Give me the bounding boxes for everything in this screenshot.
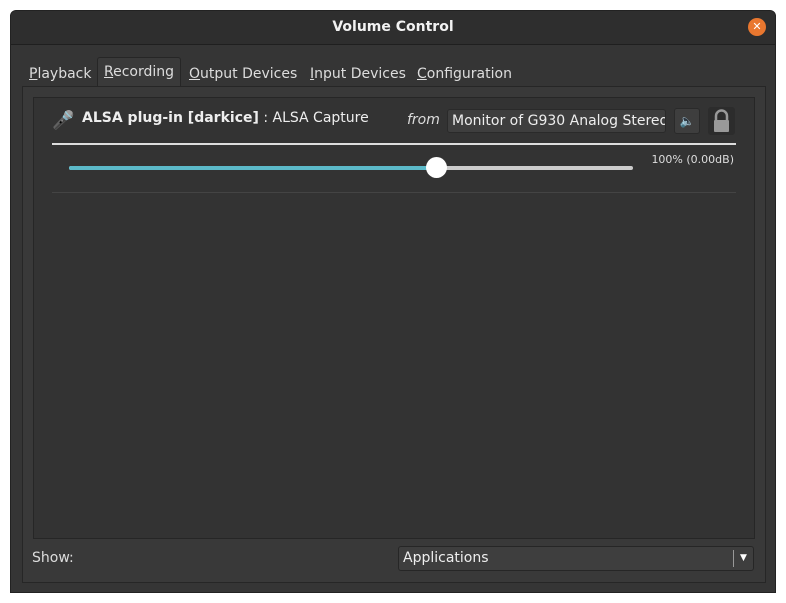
chevron-down-icon: ▼: [733, 550, 753, 567]
volume-slider[interactable]: [69, 157, 633, 178]
tab-input-devices[interactable]: Input Devices: [310, 63, 406, 87]
tab-mnemonic: O: [189, 66, 201, 82]
tab-configuration[interactable]: Configuration: [417, 63, 512, 87]
source-device-button[interactable]: Monitor of G930 Analog Stereo: [447, 109, 666, 133]
from-label: from: [407, 112, 440, 128]
tab-playback[interactable]: Playback: [29, 63, 91, 87]
tab-label: onfiguration: [426, 66, 512, 82]
tab-mnemonic: R: [104, 64, 114, 80]
tab-label: utput Devices: [200, 66, 298, 82]
window-title: Volume Control: [332, 19, 454, 35]
recording-panel: 🎤 ALSA plug-in [darkice] : ALSA Capture …: [22, 86, 766, 583]
tab-label: nput Devices: [314, 66, 406, 82]
show-filter-value: Applications: [403, 550, 489, 566]
tab-label: layback: [37, 66, 92, 82]
tab-recording[interactable]: Recording: [97, 57, 182, 87]
volume-slider-handle[interactable]: [425, 157, 447, 178]
close-icon[interactable]: ✕: [748, 18, 766, 36]
volume-control-window: Volume Control ✕ Playback Recording Outp…: [10, 10, 776, 593]
lock-channels-button[interactable]: [708, 107, 735, 135]
title-bar: Volume Control ✕: [11, 11, 775, 45]
stream-title: ALSA plug-in [darkice] : ALSA Capture: [82, 110, 369, 126]
tab-label: ecording: [113, 64, 175, 80]
show-label: Show:: [32, 550, 74, 566]
lock-icon: [714, 109, 729, 132]
speaker-mute-icon[interactable]: 🔈: [674, 108, 700, 134]
stream-app-name: ALSA plug-in [darkice]: [82, 110, 259, 126]
stream-list: 🎤 ALSA plug-in [darkice] : ALSA Capture …: [33, 97, 755, 539]
tab-output-devices[interactable]: Output Devices: [189, 63, 297, 87]
stream-separator: [52, 143, 736, 145]
tab-mnemonic: C: [417, 66, 427, 82]
microphone-icon: 🎤: [52, 110, 75, 131]
row-divider: [52, 192, 736, 193]
volume-slider-fill: [69, 166, 436, 170]
stream-name: : ALSA Capture: [263, 110, 369, 126]
volume-readout: 100% (0.00dB): [651, 153, 734, 166]
show-filter-dropdown[interactable]: Applications ▼: [398, 546, 754, 571]
